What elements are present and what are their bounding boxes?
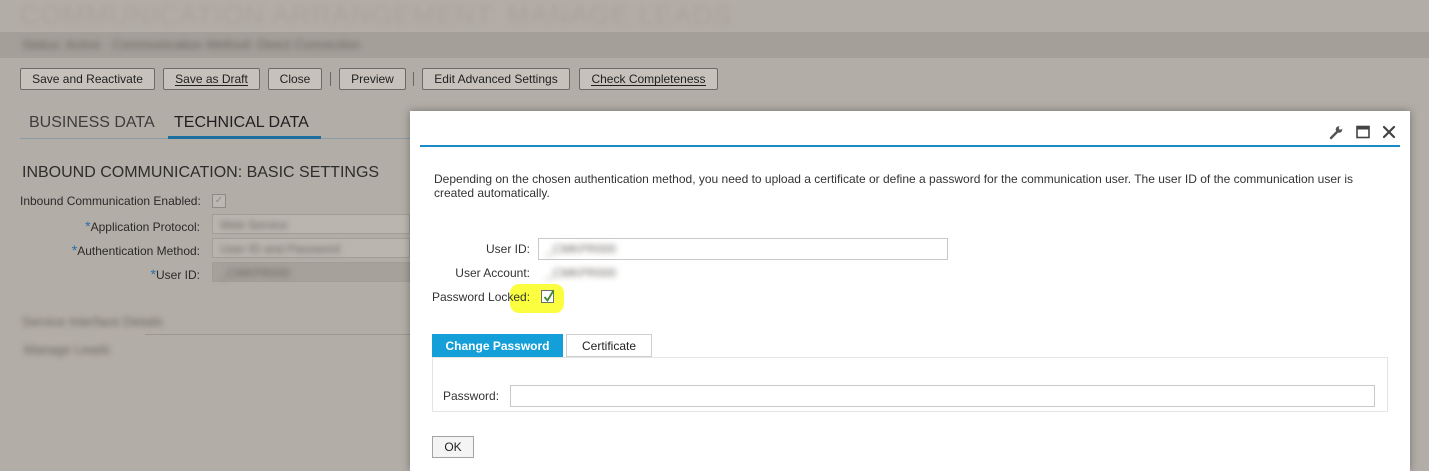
- dialog-user-id-value: _CMKPR000: [546, 242, 617, 256]
- edit-advanced-settings-button[interactable]: Edit Advanced Settings: [422, 68, 570, 90]
- authentication-method-value: User ID and Password: [220, 242, 341, 256]
- checkmark-icon: [543, 290, 555, 303]
- tab-business-data[interactable]: BUSINESS DATA: [29, 114, 155, 132]
- page-title: COMMUNICATION ARRANGEMENT: MANAGE LEADS: [20, 0, 733, 30]
- authentication-method-label: *Authentication Method:: [71, 242, 200, 258]
- save-as-draft-button[interactable]: Save as Draft: [163, 68, 260, 90]
- password-label: Password:: [443, 389, 500, 403]
- service-interface-link[interactable]: Manage Leads: [24, 342, 110, 357]
- password-locked-label: Password Locked:: [432, 290, 531, 304]
- service-interface-label: Service Interface Details: [22, 314, 163, 329]
- inbound-section-title: INBOUND COMMUNICATION: BASIC SETTINGS: [22, 164, 380, 181]
- check-completeness-button[interactable]: Check Completeness: [579, 68, 718, 90]
- password-dialog: Depending on the chosen authentication m…: [410, 111, 1410, 471]
- close-button[interactable]: Close: [268, 68, 322, 90]
- user-account-label: User Account:: [455, 266, 530, 280]
- tab-change-password[interactable]: Change Password: [432, 334, 563, 357]
- toolbar-separator: [413, 72, 414, 86]
- active-tab-indicator: [168, 136, 321, 139]
- dialog-description: Depending on the chosen authentication m…: [434, 172, 1353, 200]
- maximize-icon[interactable]: [1355, 124, 1371, 140]
- section-divider: [145, 334, 410, 335]
- password-input[interactable]: [510, 385, 1375, 407]
- user-id-value: _CMKPR000: [220, 266, 291, 280]
- ok-button[interactable]: OK: [432, 436, 474, 458]
- close-icon[interactable]: [1381, 124, 1397, 140]
- dialog-user-id-label: User ID:: [485, 242, 530, 256]
- dialog-header-line: [420, 145, 1400, 147]
- password-locked-checkbox[interactable]: [541, 290, 555, 303]
- application-protocol-value: Web Service: [220, 218, 288, 232]
- user-account-value: _CMKPR000: [546, 266, 617, 280]
- user-id-label: *User ID:: [150, 266, 200, 282]
- application-protocol-label: *Application Protocol:: [85, 218, 200, 234]
- inbound-enabled-label: Inbound Communication Enabled:: [20, 194, 201, 208]
- tab-technical-data[interactable]: TECHNICAL DATA: [174, 114, 309, 132]
- wrench-icon[interactable]: [1328, 124, 1344, 140]
- preview-button[interactable]: Preview: [339, 68, 406, 90]
- status-bar-text: Status: Active · Communication Method: D…: [22, 37, 361, 52]
- save-and-reactivate-button[interactable]: Save and Reactivate: [20, 68, 155, 90]
- toolbar-separator: [330, 72, 331, 86]
- tab-certificate[interactable]: Certificate: [566, 334, 652, 357]
- inbound-enabled-checkbox[interactable]: ✓: [212, 194, 226, 208]
